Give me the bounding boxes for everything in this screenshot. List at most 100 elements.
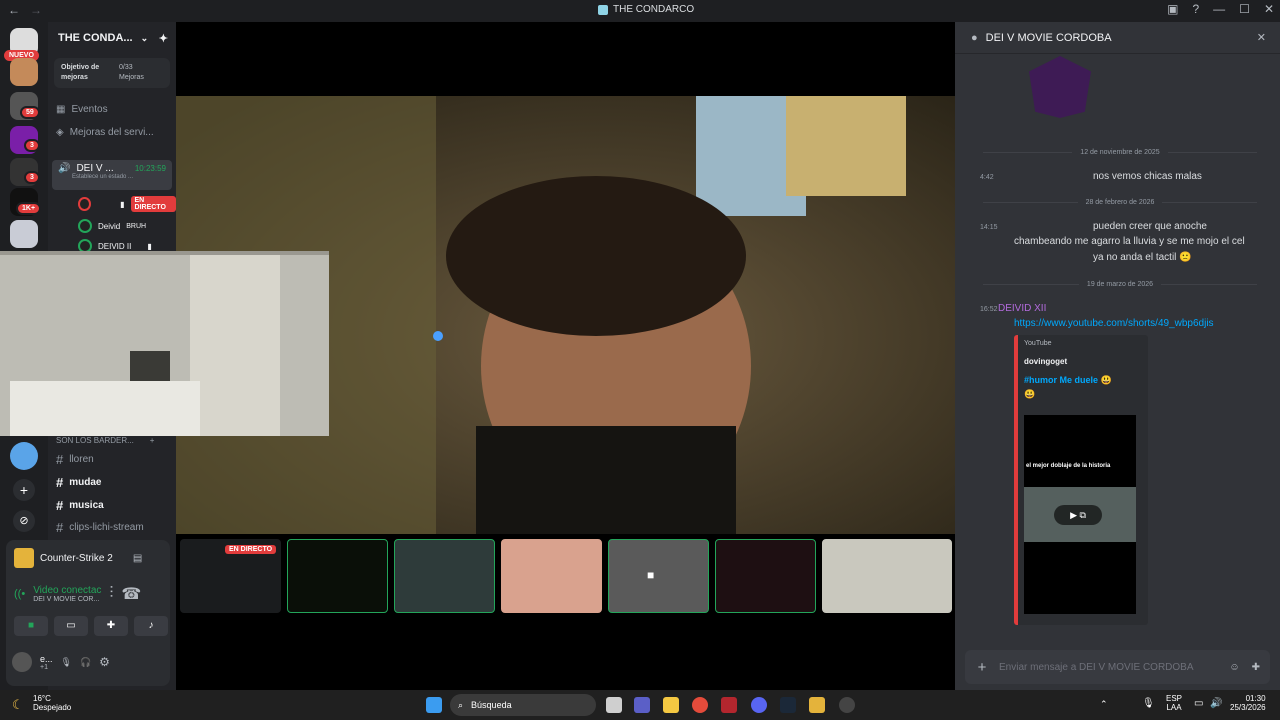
microphone-icon[interactable]: 🎙 [61,657,72,668]
embed-author[interactable]: dovingoget [1024,357,1067,366]
upgrades-label: Mejoras del servi... [69,126,154,138]
participant-thumbnail[interactable]: ■ [608,539,709,613]
message-input[interactable]: Enviar mensaje a DEI V MOVIE CORDOBA [999,662,1229,673]
clock-date[interactable]: 25/3/2026 [1230,703,1266,712]
task-view-icon[interactable] [606,697,622,713]
chat-bubble-icon: ● [971,31,978,44]
participant-thumbnail[interactable] [501,539,602,613]
embed-provider: YouTube [1024,340,1052,347]
clock-time[interactable]: 01:30 [1230,694,1266,703]
message-timestamp: 4:42 [980,174,994,181]
settings-gear-icon[interactable]: ⚙ [99,655,110,669]
participant-thumbnail[interactable] [715,539,816,613]
language[interactable]: ESP [1166,694,1182,703]
activities-button[interactable]: ✚ [94,616,128,636]
message-author[interactable]: DEIVID XII [998,301,1046,317]
boost-goal[interactable]: Objetivo de mejoras 0/33 Mejoras [54,58,170,88]
voice-member[interactable]: ▮ EN DIRECTO [78,196,176,212]
close-window-button[interactable]: ✕ [1264,2,1274,16]
start-icon[interactable] [426,697,442,713]
headphones-icon[interactable]: 🎧 [80,657,91,668]
back-arrow-icon[interactable]: ← [8,3,20,17]
volume-icon[interactable]: 🔊 [1210,698,1222,709]
search-box[interactable]: ⌕ Búsqueda [450,694,596,716]
app-icon[interactable] [839,697,855,713]
channel-item[interactable]: # lloren [56,450,94,468]
disconnect-icon[interactable]: ☎ [121,584,141,604]
server-header[interactable]: THE CONDA... ⌄ ✦ [48,22,176,54]
participant-thumbnail[interactable] [394,539,495,613]
chevron-up-icon[interactable]: ⌃ [1100,699,1108,710]
add-channel-icon[interactable]: + [150,436,155,445]
minimize-button[interactable]: — [1213,2,1225,16]
message-text: chambeando me agarro la lluvia y se me m… [1014,236,1245,247]
guild-icon[interactable] [10,220,38,248]
events-item[interactable]: ▦ Eventos [56,100,108,118]
channel-item[interactable]: # mudae [56,473,101,491]
channel-item[interactable]: # clips-lichi-stream [56,518,144,536]
avatar[interactable] [12,652,32,672]
weather-status[interactable]: Despejado [33,703,71,712]
message-timestamp: 16:52 [980,306,998,313]
message-link[interactable]: https://www.youtube.com/shorts/49_wbp6dj… [1014,316,1214,332]
apps-icon[interactable]: ✚ [1252,662,1260,673]
chat-app-icon[interactable] [634,697,650,713]
counter-strike-icon[interactable] [809,697,825,713]
date-divider: 19 de marzo de 2026 [975,279,1265,289]
screen-share-button[interactable]: ▭ [54,616,88,636]
forward-arrow-icon[interactable]: → [30,3,42,17]
steam-icon[interactable] [780,697,796,713]
window-title: THE CONDARCO [613,4,695,15]
file-explorer-icon[interactable] [663,697,679,713]
participant-thumbnail[interactable] [822,539,952,613]
voice-channel-link[interactable]: DEI V MOVIE COR... [33,596,101,603]
play-icon[interactable]: ▶ ⧉ [1054,505,1102,525]
sticker-image [1029,56,1091,118]
mention-badge: 1K+ [16,202,42,215]
video-caption: el mejor doblaje de la historia [1026,463,1111,469]
video-preview[interactable]: el mejor doblaje de la historia ▶ ⧉ [1024,415,1136,614]
boost-title: Objetivo de mejoras [61,64,100,81]
participant-thumbnail[interactable]: EN DIRECTO [180,539,281,613]
voice-member[interactable]: Deivid BRUH [78,218,146,234]
home-icon[interactable] [10,442,38,470]
message-text: ya no anda el tactil 🙁 [1093,252,1192,263]
member-status: BRUH [126,222,147,230]
network-icon[interactable]: ▭ [1194,698,1203,709]
maximize-button[interactable]: ☐ [1239,2,1250,16]
temperature[interactable]: 16°C [33,694,71,703]
discover-icon[interactable]: ⊘ [13,510,35,532]
chrome-icon[interactable] [692,697,708,713]
participant-thumbnail[interactable] [287,539,388,613]
channel-item[interactable]: # musica [56,496,104,514]
events-label: Eventos [71,103,108,115]
soundboard-button[interactable]: ♪ [134,616,168,636]
invite-icon[interactable]: ✦ [159,32,168,45]
noise-icon[interactable]: ⫶ [109,585,113,603]
channel-name: mudae [69,476,102,488]
message-text: pueden creer que anoche [1093,221,1207,232]
help-icon[interactable]: ? [1192,2,1199,16]
emoji-icon[interactable]: ☺ [1229,662,1239,673]
hash-icon: # [56,474,64,490]
server-upgrades-item[interactable]: ◈ Mejoras del servi... [56,123,154,141]
boost-count: 0/33 [119,64,133,71]
embed-title[interactable]: #humor Me duele 😃 [1024,375,1112,386]
app-icon[interactable] [721,697,737,713]
add-attachment-icon[interactable]: + [965,659,999,676]
voice-channel[interactable]: 🔊 DEI V ... 10:23:59 Establece un estado… [52,160,172,190]
chat-panel: ● DEI V MOVIE CORDOBA ✕ 12 de noviembre … [955,22,1280,690]
chat-header: ● DEI V MOVIE CORDOBA ✕ [955,22,1280,54]
add-server-icon[interactable]: + [13,479,35,501]
keyboard-layout[interactable]: LAA [1166,703,1182,712]
activity-icon[interactable]: ▤ [133,553,142,564]
inbox-icon[interactable]: ▣ [1167,2,1178,16]
camera-button[interactable]: ■ [14,616,48,636]
picture-in-picture-video[interactable] [0,251,329,436]
chat-title: DEI V MOVIE CORDOBA [985,31,1112,44]
microphone-icon[interactable]: 🎙 [1142,698,1155,709]
guild-icon[interactable] [10,58,38,86]
close-icon[interactable]: ✕ [1257,31,1266,44]
discord-icon[interactable] [751,697,767,713]
voice-status[interactable]: Establece un estado ... [58,174,166,180]
